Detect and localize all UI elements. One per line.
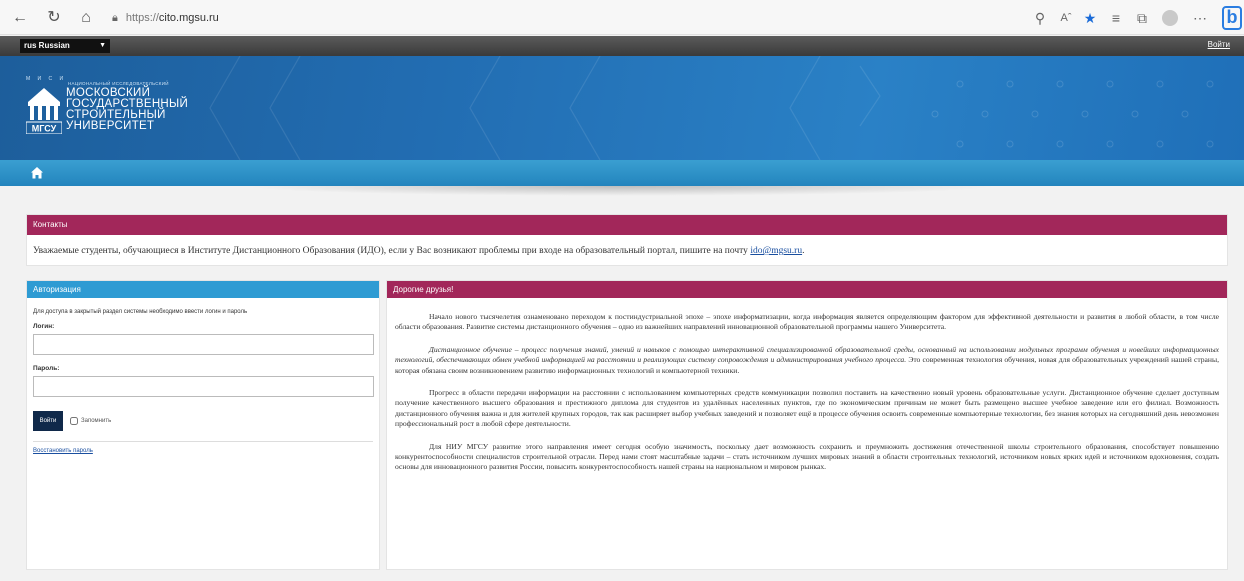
login-input[interactable] — [33, 334, 374, 355]
welcome-text: Начало нового тысячелетия ознаменовано п… — [387, 298, 1227, 473]
language-value: rus Russian — [24, 41, 70, 50]
url-scheme: https:// — [125, 12, 159, 24]
collections-icon[interactable]: ⧉ — [1132, 8, 1152, 28]
password-label: Пароль: — [33, 365, 60, 372]
auth-divider — [33, 441, 373, 442]
restore-password-link[interactable]: Восстановить пароль — [33, 448, 373, 454]
remember-me[interactable]: Запомнить — [70, 417, 111, 425]
auth-hint: Для доступа в закрытый раздел системы не… — [33, 309, 248, 315]
logo-top-letters: М И С И — [26, 76, 67, 82]
address-bar[interactable]: 🔒︎ https://cito.mgsu.ru — [112, 7, 412, 29]
auth-panel: Авторизация Для доступа в закрытый разде… — [26, 280, 380, 570]
browser-toolbar: ← ↻ ⌂ 🔒︎ https://cito.mgsu.ru ⚲ Aˆ ★ ≡ ⧉ … — [0, 0, 1244, 35]
favorites-list-icon[interactable]: ≡ — [1106, 8, 1126, 28]
contacts-text-end: . — [802, 246, 805, 256]
top-login-link[interactable]: Войти — [1208, 40, 1230, 49]
contacts-email-link[interactable]: ido@mgsu.ru — [750, 246, 802, 256]
remember-checkbox[interactable] — [70, 417, 78, 425]
favorite-star-icon[interactable]: ★ — [1080, 8, 1100, 28]
site-top-bar: rus Russian ▼ Войти — [0, 36, 1244, 56]
welcome-paragraph: Для НИУ МГСУ развитие этого направления … — [395, 441, 1219, 472]
caret-down-icon: ▼ — [99, 42, 106, 49]
home-icon[interactable] — [30, 166, 44, 180]
login-button[interactable]: Войти — [33, 411, 63, 431]
welcome-panel: Дорогие друзья! Начало нового тысячелети… — [386, 280, 1228, 570]
more-menu-icon[interactable]: ⋯ — [1190, 8, 1210, 28]
login-label: Логин: — [33, 323, 55, 330]
profile-avatar[interactable] — [1162, 10, 1178, 26]
remember-label: Запомнить — [81, 418, 112, 424]
contacts-title: Контакты — [27, 215, 1227, 235]
contacts-text: Уважаемые студенты, обучающиеся в Инстит… — [33, 246, 751, 256]
auth-title: Авторизация — [27, 281, 379, 298]
language-select[interactable]: rus Russian ▼ — [20, 39, 110, 53]
back-arrow-icon[interactable]: ← — [10, 8, 30, 28]
university-name: МОСКОВСКИЙ ГОСУДАРСТВЕННЫЙ СТРОИТЕЛЬНЫЙ … — [66, 87, 206, 132]
contacts-panel: Контакты Уважаемые студенты, обучающиеся… — [26, 214, 1228, 266]
university-name-line: УНИВЕРСИТЕТ — [66, 120, 155, 132]
welcome-paragraph: Дистанционное обучение – процесс получен… — [395, 345, 1219, 376]
url-host: cito.mgsu.ru — [158, 12, 219, 24]
welcome-paragraph: Прогресс в области передачи информации н… — [395, 388, 1219, 429]
logo-abbr: МГСУ — [32, 124, 57, 134]
mgsu-emblem-icon: МГСУ — [26, 88, 62, 134]
home-browser-icon[interactable]: ⌂ — [76, 8, 96, 28]
lock-icon: 🔒︎ — [112, 12, 118, 24]
password-input[interactable] — [33, 376, 374, 397]
contacts-message: Уважаемые студенты, обучающиеся в Инстит… — [27, 235, 1227, 267]
header-shadow — [240, 186, 1000, 196]
welcome-title: Дорогие друзья! — [387, 281, 1227, 298]
read-aloud-icon[interactable]: Aˆ — [1056, 8, 1076, 28]
logo-subtitle: НАЦИОНАЛЬНЫЙ ИССЛЕДОВАТЕЛЬСКИЙ — [68, 81, 169, 86]
bing-icon[interactable]: b — [1222, 6, 1242, 30]
site-header: М И С И НАЦИОНАЛЬНЫЙ ИССЛЕДОВАТЕЛЬСКИЙ М… — [0, 56, 1244, 160]
search-icon[interactable]: ⚲ — [1030, 8, 1050, 28]
main-nav — [0, 160, 1244, 186]
welcome-paragraph: Начало нового тысячелетия ознаменовано п… — [395, 312, 1219, 332]
refresh-icon[interactable]: ↻ — [44, 8, 64, 28]
